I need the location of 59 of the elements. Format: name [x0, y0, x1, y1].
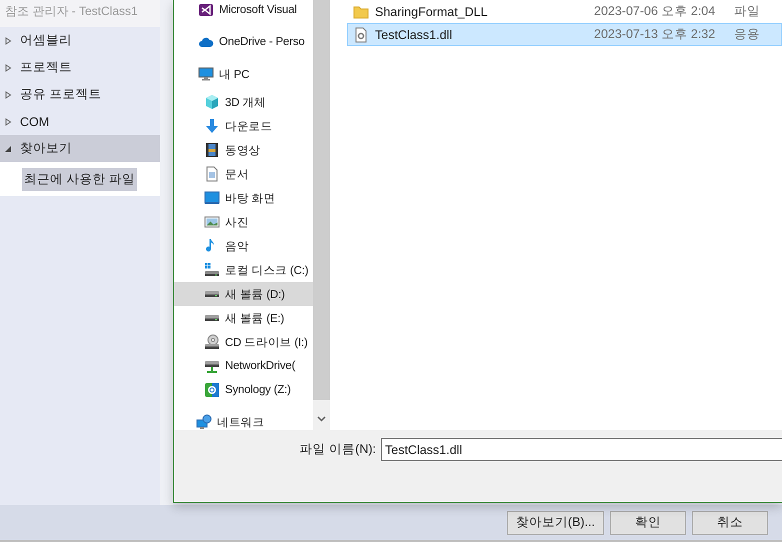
- drive-icon: [205, 290, 219, 298]
- monitor-icon: [198, 66, 214, 82]
- sidebar-item[interactable]: COM: [0, 108, 160, 135]
- collapsed-triangle-icon[interactable]: [5, 64, 12, 72]
- cube-icon: [204, 94, 220, 110]
- nav-item[interactable]: 바탕 화면: [174, 186, 313, 210]
- sidebar-item[interactable]: 프로젝트: [0, 54, 160, 81]
- film-icon: [204, 142, 220, 158]
- dialog-button[interactable]: 취소: [692, 510, 768, 534]
- expanded-triangle-icon[interactable]: [5, 144, 12, 152]
- file-row[interactable]: TestClass1.dll 2023-07-13 오후 2:32 응용: [347, 23, 782, 46]
- file-row[interactable]: SharingFormat_DLL 2023-07-06 오후 2:04 파일: [347, 0, 782, 23]
- nav-item[interactable]: Synology (Z:): [174, 378, 313, 402]
- nav-item[interactable]: 새 볼륨 (E:): [174, 306, 313, 330]
- file-date: 2023-07-06 오후 2:04: [594, 3, 716, 20]
- nav-item[interactable]: 문서: [174, 162, 313, 186]
- nav-item[interactable]: 로컬 디스크 (C:): [174, 258, 313, 282]
- nav-item[interactable]: 새 볼륨 (D:): [174, 282, 313, 306]
- sidebar-item[interactable]: 찾아보기: [0, 135, 160, 162]
- file-date: 2023-07-13 오후 2:32: [594, 26, 716, 43]
- nav-item[interactable]: OneDrive - Perso: [174, 26, 313, 58]
- nav-item[interactable]: 네트워크: [174, 410, 313, 430]
- file-type: 파일: [734, 3, 760, 20]
- settings-file-icon: [353, 26, 369, 42]
- nav-item[interactable]: 사진: [174, 210, 313, 234]
- drive-icon: [204, 262, 220, 278]
- nav-item[interactable]: Microsoft Visual: [174, 0, 313, 26]
- down-arrow-icon: [204, 118, 220, 134]
- disc-drive-icon: [204, 334, 220, 350]
- file-name: SharingFormat_DLL: [375, 4, 488, 18]
- nav-item[interactable]: 3D 개체: [174, 90, 313, 114]
- drive-icon: [205, 314, 219, 322]
- sidebar-item[interactable]: 어셈블리: [0, 27, 160, 54]
- nav-item[interactable]: NetworkDrive(: [174, 354, 313, 378]
- file-name-field[interactable]: TestClass1.dll: [381, 438, 782, 461]
- folder-icon: [353, 4, 369, 20]
- sidebar-item[interactable]: 공유 프로젝트: [0, 81, 160, 108]
- nav-item[interactable]: 다운로드: [174, 114, 313, 138]
- network-icon: [196, 414, 212, 430]
- network-drive-icon: [204, 358, 220, 374]
- nav-item[interactable]: 내 PC: [174, 58, 313, 90]
- file-name: TestClass1.dll: [375, 28, 452, 42]
- chevron-down-icon[interactable]: [317, 416, 326, 422]
- file-type: 응용: [734, 26, 760, 43]
- desktop-icon: [204, 190, 220, 206]
- nav-item[interactable]: 음악: [174, 234, 313, 258]
- window-title: 참조 관리자 - TestClass1: [0, 0, 160, 27]
- file-name-label: 파일 이름(N):: [298, 441, 376, 458]
- dialog-button[interactable]: 찾아보기(B)...: [506, 510, 604, 534]
- dialog-button[interactable]: 확인: [610, 510, 686, 534]
- collapsed-triangle-icon[interactable]: [5, 36, 12, 44]
- document-icon: [204, 166, 220, 182]
- collapsed-triangle-icon[interactable]: [5, 90, 12, 98]
- nav-item[interactable]: CD 드라이브 (I:): [174, 330, 313, 354]
- nav-item[interactable]: 동영상: [174, 138, 313, 162]
- collapsed-triangle-icon[interactable]: [5, 118, 12, 126]
- globe-tile-icon: [204, 382, 220, 398]
- sidebar-subitem[interactable]: 최근에 사용한 파일: [22, 168, 137, 191]
- picture-icon: [204, 214, 220, 230]
